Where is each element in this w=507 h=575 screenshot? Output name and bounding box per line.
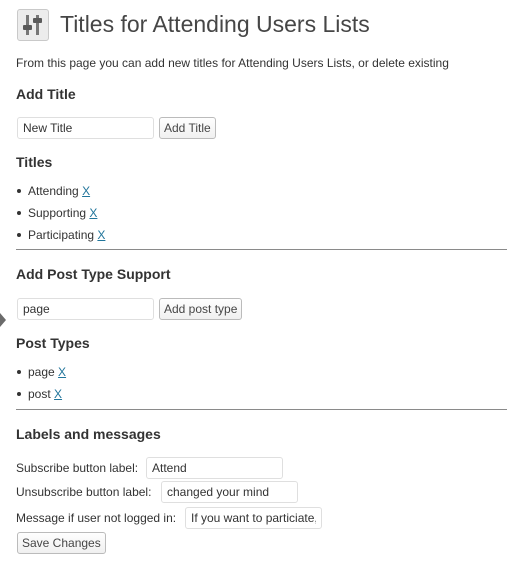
not-logged-in-label: Message if user not logged in: <box>16 511 177 525</box>
labels-messages-heading: Labels and messages <box>16 426 161 442</box>
list-item: post X <box>16 383 66 405</box>
subscribe-label-input[interactable] <box>146 457 283 479</box>
list-item: page X <box>16 361 66 383</box>
list-item-label: Attending <box>28 184 79 198</box>
delete-link[interactable]: X <box>82 184 90 198</box>
add-post-type-heading: Add Post Type Support <box>16 266 171 282</box>
unsubscribe-label-input[interactable] <box>161 481 298 503</box>
list-item: Supporting X <box>16 202 105 224</box>
post-types-list: page Xpost X <box>16 361 66 405</box>
new-title-input[interactable] <box>17 117 154 139</box>
delete-link[interactable]: X <box>58 365 66 379</box>
delete-link[interactable]: X <box>54 387 62 401</box>
add-title-heading: Add Title <box>16 86 76 102</box>
subscribe-label: Subscribe button label: <box>16 461 139 475</box>
section-divider <box>16 249 507 250</box>
page-title: Titles for Attending Users Lists <box>60 11 370 37</box>
list-item-label: Participating <box>28 228 95 242</box>
intro-text: From this page you can add new titles fo… <box>16 56 449 70</box>
list-item: Participating X <box>16 224 105 246</box>
save-changes-button[interactable]: Save Changes <box>17 532 106 554</box>
post-types-heading: Post Types <box>16 335 90 351</box>
unsubscribe-label: Unsubscribe button label: <box>16 485 152 499</box>
collapse-arrow-icon[interactable] <box>0 313 6 327</box>
not-logged-in-message-input[interactable] <box>185 507 322 529</box>
section-divider <box>16 409 507 410</box>
titles-list: Attending X Supporting X Participating X <box>16 180 105 246</box>
add-post-type-button[interactable]: Add post type <box>159 298 243 320</box>
settings-sliders-icon <box>17 9 49 41</box>
delete-link[interactable]: X <box>89 206 97 220</box>
post-type-input[interactable] <box>17 298 154 320</box>
list-item-label: post <box>28 387 51 401</box>
add-title-button[interactable]: Add Title <box>159 117 216 139</box>
list-item-label: Supporting <box>28 206 87 220</box>
delete-link[interactable]: X <box>97 228 105 242</box>
list-item-label: page <box>28 365 55 379</box>
titles-heading: Titles <box>16 154 53 170</box>
list-item: Attending X <box>16 180 105 202</box>
